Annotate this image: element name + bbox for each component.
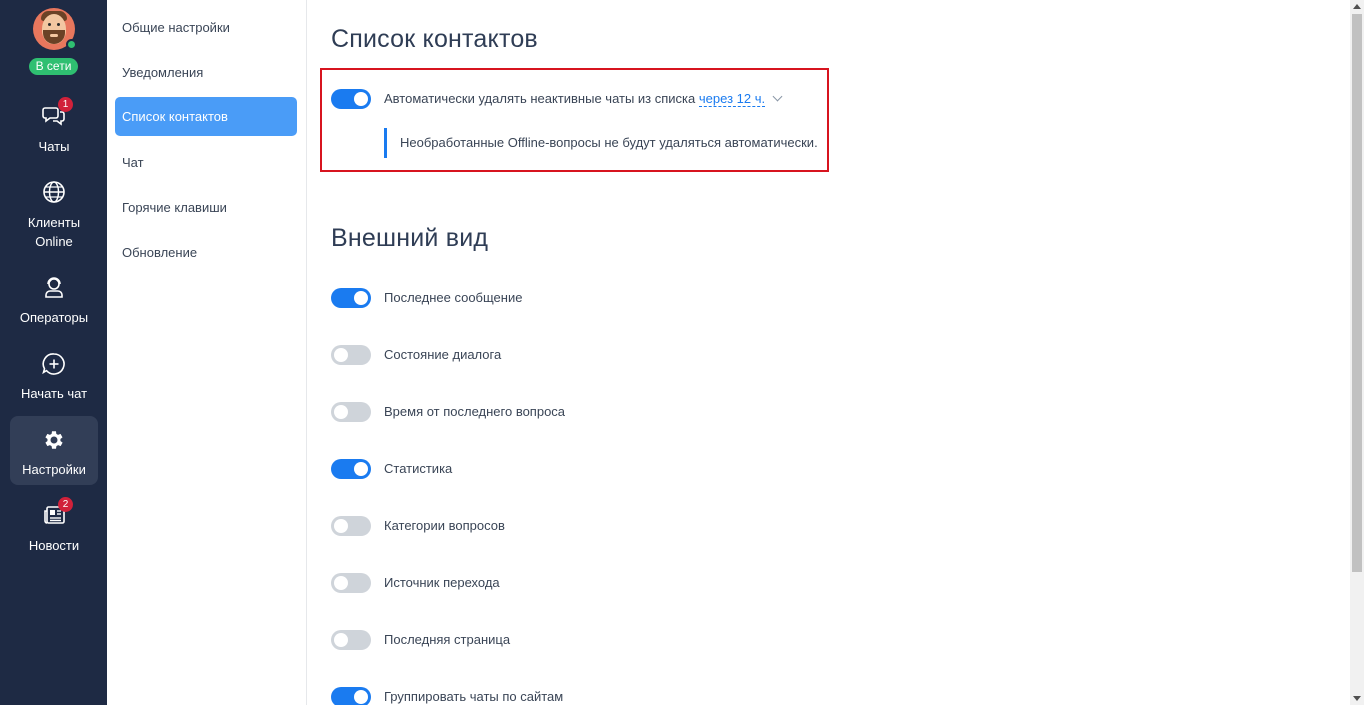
nav-item-operators[interactable]: Операторы xyxy=(10,266,98,332)
chevron-down-icon[interactable] xyxy=(772,91,783,102)
scroll-down-icon[interactable] xyxy=(1353,696,1361,701)
news-badge: 2 xyxy=(58,497,73,512)
scroll-up-icon[interactable] xyxy=(1353,4,1361,9)
settings-submenu: Общие настройки Уведомления Список конта… xyxy=(107,0,307,705)
main-nav: В сети 1 Чаты Клиенты Online Операторы Н… xyxy=(0,0,107,705)
chat-plus-icon xyxy=(42,353,65,375)
last-page-toggle[interactable] xyxy=(331,630,371,650)
nav-item-settings[interactable]: Настройки xyxy=(10,416,98,485)
nav-item-label: Настройки xyxy=(22,462,86,477)
settings-content: Список контактов Автоматически удалять н… xyxy=(307,0,1350,705)
referrer-source-toggle[interactable] xyxy=(331,573,371,593)
nav-item-start-chat[interactable]: Начать чат xyxy=(10,342,98,408)
nav-item-label: Начать чат xyxy=(20,386,88,401)
submenu-item-contacts[interactable]: Список контактов xyxy=(115,97,297,136)
contacts-section-title: Список контактов xyxy=(331,25,538,53)
question-categories-toggle[interactable] xyxy=(331,516,371,536)
user-avatar[interactable] xyxy=(33,8,77,50)
nav-item-label: Новости xyxy=(28,538,80,553)
submenu-item-general[interactable]: Общие настройки xyxy=(115,8,297,47)
toggle-label: Время от последнего вопроса xyxy=(384,404,566,419)
operator-headset-icon xyxy=(45,277,63,298)
toggle-label: Источник перехода xyxy=(384,575,500,590)
submenu-item-hotkeys[interactable]: Горячие клавиши xyxy=(115,188,297,227)
auto-delete-text: Автоматически удалять неактивные чаты из… xyxy=(384,91,696,106)
nav-item-label: Клиенты Online xyxy=(27,215,81,249)
nav-item-news[interactable]: 2 Новости xyxy=(10,494,98,560)
submenu-item-notifications[interactable]: Уведомления xyxy=(115,53,297,92)
submenu-item-update[interactable]: Обновление xyxy=(115,233,297,272)
online-indicator xyxy=(66,39,77,50)
toggle-label: Последняя страница xyxy=(384,632,511,647)
vertical-scrollbar[interactable] xyxy=(1350,0,1364,705)
chats-badge: 1 xyxy=(58,97,73,112)
nav-item-chats[interactable]: 1 Чаты xyxy=(10,94,98,162)
auto-delete-interval[interactable]: через 12 ч. xyxy=(698,91,766,107)
statistics-toggle[interactable] xyxy=(331,459,371,479)
toggle-label: Состояние диалога xyxy=(384,347,502,362)
globe-icon xyxy=(43,181,65,203)
scrollbar-thumb[interactable] xyxy=(1352,14,1362,572)
gear-icon xyxy=(45,431,63,449)
toggle-label: Группировать чаты по сайтам xyxy=(384,689,564,704)
nav-item-label: Операторы xyxy=(19,310,89,325)
dialog-state-toggle[interactable] xyxy=(331,345,371,365)
toggle-label: Последнее сообщение xyxy=(384,290,523,305)
toggle-label: Статистика xyxy=(384,461,453,476)
auto-delete-label: Автоматически удалять неактивные чаты из… xyxy=(384,89,783,109)
nav-item-clients-online[interactable]: Клиенты Online xyxy=(10,170,98,254)
auto-delete-toggle[interactable] xyxy=(331,89,371,109)
group-by-sites-toggle[interactable] xyxy=(331,687,371,705)
appearance-section-title: Внешний вид xyxy=(331,224,489,252)
nav-item-label: Чаты xyxy=(38,139,70,154)
toggle-label: Категории вопросов xyxy=(384,518,505,533)
time-since-question-toggle[interactable] xyxy=(331,402,371,422)
last-message-toggle[interactable] xyxy=(331,288,371,308)
status-badge[interactable]: В сети xyxy=(29,58,78,75)
offline-note: Необработанные Offline-вопросы не будут … xyxy=(384,128,818,158)
submenu-item-chat[interactable]: Чат xyxy=(115,143,297,182)
